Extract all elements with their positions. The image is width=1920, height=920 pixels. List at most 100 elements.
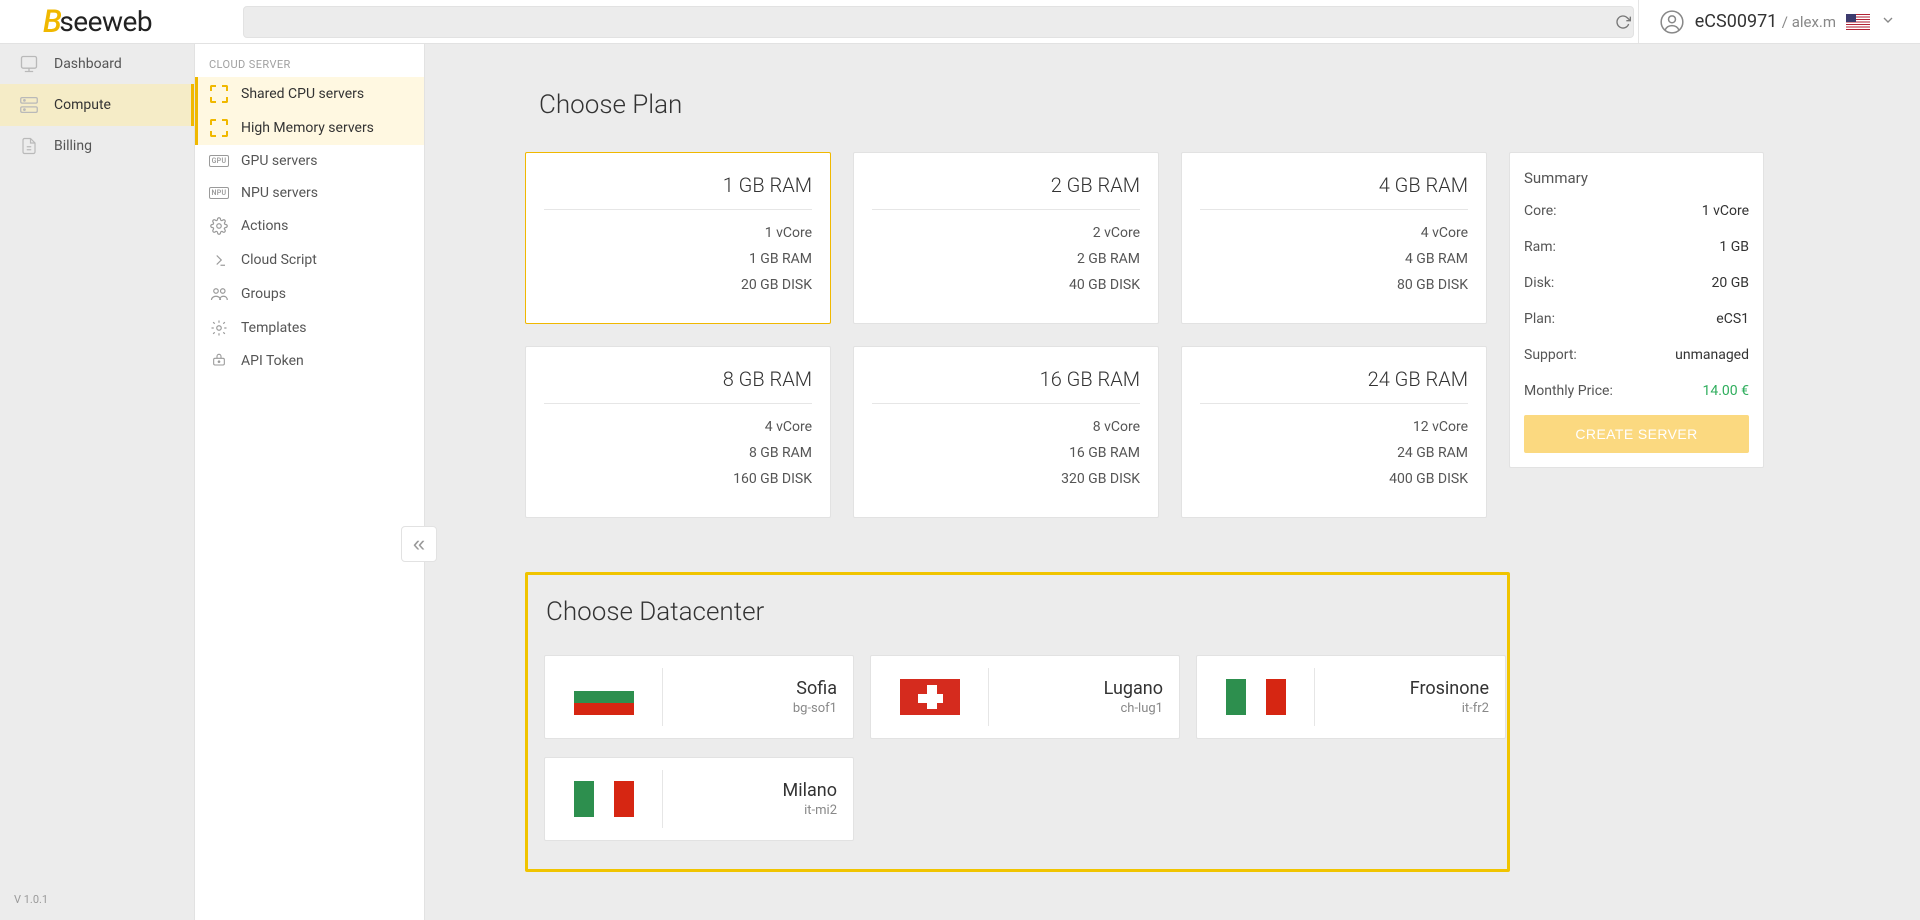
plan-core: 1 vCore (544, 220, 812, 246)
summary-row: Ram:1 GB (1524, 229, 1749, 265)
summary-row: Plan:eCS1 (1524, 301, 1749, 337)
plan-ram: 16 GB RAM (872, 440, 1140, 466)
sidebar-collapse-toggle[interactable]: « (401, 526, 437, 562)
datacenter-name: Sofia (663, 678, 837, 699)
account-label: eCS00971 / alex.m (1695, 11, 1836, 32)
choose-plan-title: Choose Plan (539, 90, 1908, 120)
plan-heading: 16 GB RAM (872, 357, 1140, 404)
secondary-sidebar: CLOUD SERVER Shared CPU serversHigh Memo… (195, 44, 425, 920)
search-input[interactable] (243, 6, 1634, 38)
primary-sidebar: DashboardComputeBilling V 1.0.1 (0, 44, 195, 920)
plan-card[interactable]: 24 GB RAM12 vCore24 GB RAM400 GB DISK (1181, 346, 1487, 518)
plan-heading: 4 GB RAM (1200, 163, 1468, 210)
summary-card: Summary Core:1 vCoreRam:1 GBDisk:20 GBPl… (1509, 152, 1764, 468)
npu-icon: NPU (209, 187, 229, 199)
datacenter-card[interactable]: Lugano ch-lug1 (870, 655, 1180, 739)
plan-disk: 40 GB DISK (872, 272, 1140, 298)
plan-heading: 24 GB RAM (1200, 357, 1468, 404)
plan-heading: 2 GB RAM (872, 163, 1140, 210)
flag-it-icon (574, 781, 634, 817)
plan-card[interactable]: 1 GB RAM1 vCore1 GB RAM20 GB DISK (525, 152, 831, 324)
datacenter-code: bg-sof1 (663, 701, 837, 716)
summary-title: Summary (1524, 169, 1749, 193)
datacenter-grid: Sofia bg-sof1 Lugano ch-lug1 Frosinone it-fr2… (544, 655, 1491, 841)
plan-ram: 1 GB RAM (544, 246, 812, 272)
datacenter-name: Lugano (989, 678, 1163, 699)
templates-icon (209, 319, 229, 337)
global-search (243, 6, 1634, 38)
secondary-nav-item[interactable]: Groups (195, 277, 424, 311)
plan-card[interactable]: 2 GB RAM2 vCore2 GB RAM40 GB DISK (853, 152, 1159, 324)
datacenter-name: Frosinone (1315, 678, 1489, 699)
flag-it-icon (1226, 679, 1286, 715)
plan-disk: 400 GB DISK (1200, 466, 1468, 492)
flag-ch-icon (900, 679, 960, 715)
version-label: V 1.0.1 (0, 879, 194, 920)
api-token-icon (209, 353, 229, 369)
create-server-button[interactable]: CREATE SERVER (1524, 415, 1749, 453)
datacenter-card[interactable]: Sofia bg-sof1 (544, 655, 854, 739)
cpu-icon (209, 85, 229, 103)
datacenter-code: it-mi2 (663, 803, 837, 818)
account-menu[interactable]: eCS00971 / alex.m (1638, 0, 1920, 43)
secondary-nav-item[interactable]: NPUNPU servers (195, 177, 424, 209)
script-icon (209, 251, 229, 269)
datacenter-code: it-fr2 (1315, 701, 1489, 716)
summary-row: Disk:20 GB (1524, 265, 1749, 301)
datacenter-card[interactable]: Frosinone it-fr2 (1196, 655, 1506, 739)
primary-nav-dashboard[interactable]: Dashboard (0, 44, 194, 84)
plan-heading: 8 GB RAM (544, 357, 812, 404)
main-content: Choose Plan 1 GB RAM1 vCore1 GB RAM20 GB… (425, 44, 1920, 920)
choose-datacenter-title: Choose Datacenter (546, 597, 1491, 627)
gear-icon (209, 217, 229, 235)
plan-grid: 1 GB RAM1 vCore1 GB RAM20 GB DISK2 GB RA… (525, 152, 1487, 518)
user-icon (1659, 9, 1685, 35)
secondary-sidebar-header: CLOUD SERVER (195, 52, 424, 77)
plan-disk: 80 GB DISK (1200, 272, 1468, 298)
summary-row: Core:1 vCore (1524, 193, 1749, 229)
locale-flag-icon[interactable] (1846, 14, 1870, 30)
dashboard-icon (18, 54, 40, 74)
secondary-nav-item[interactable]: Cloud Script (195, 243, 424, 277)
datacenter-card[interactable]: Milano it-mi2 (544, 757, 854, 841)
brand-logo[interactable]: Bseeweb (0, 3, 195, 40)
plan-card[interactable]: 4 GB RAM4 vCore4 GB RAM80 GB DISK (1181, 152, 1487, 324)
plan-core: 2 vCore (872, 220, 1140, 246)
plan-core: 8 vCore (872, 414, 1140, 440)
datacenter-name: Milano (663, 780, 837, 801)
secondary-nav-item[interactable]: Actions (195, 209, 424, 243)
datacenter-code: ch-lug1 (989, 701, 1163, 716)
summary-row: Support:unmanaged (1524, 337, 1749, 373)
flag-bg-icon (574, 679, 634, 715)
plan-heading: 1 GB RAM (544, 163, 812, 210)
choose-datacenter-section: Choose Datacenter Sofia bg-sof1 Lugano ch-l… (525, 572, 1510, 872)
cpu-icon (209, 119, 229, 137)
primary-nav-billing[interactable]: Billing (0, 126, 194, 166)
secondary-nav-item[interactable]: GPUGPU servers (195, 145, 424, 177)
secondary-nav-item[interactable]: Shared CPU servers (195, 77, 424, 111)
plan-ram: 24 GB RAM (1200, 440, 1468, 466)
refresh-icon[interactable] (1608, 7, 1638, 37)
plan-ram: 4 GB RAM (1200, 246, 1468, 272)
plan-core: 12 vCore (1200, 414, 1468, 440)
plan-card[interactable]: 8 GB RAM4 vCore8 GB RAM160 GB DISK (525, 346, 831, 518)
secondary-nav-item[interactable]: API Token (195, 345, 424, 377)
primary-nav-compute[interactable]: Compute (0, 84, 194, 126)
summary-price-row: Monthly Price: 14.00 € (1524, 373, 1749, 409)
plan-card[interactable]: 16 GB RAM8 vCore16 GB RAM320 GB DISK (853, 346, 1159, 518)
plan-core: 4 vCore (1200, 220, 1468, 246)
plan-disk: 20 GB DISK (544, 272, 812, 298)
chevron-down-icon (1880, 12, 1896, 32)
billing-icon (18, 136, 40, 156)
secondary-nav-item[interactable]: High Memory servers (195, 111, 424, 145)
plan-disk: 160 GB DISK (544, 466, 812, 492)
compute-icon (18, 94, 40, 116)
chevrons-left-icon: « (413, 531, 425, 557)
gpu-icon: GPU (209, 155, 229, 167)
secondary-nav-item[interactable]: Templates (195, 311, 424, 345)
plan-core: 4 vCore (544, 414, 812, 440)
plan-disk: 320 GB DISK (872, 466, 1140, 492)
groups-icon (209, 285, 229, 303)
plan-ram: 8 GB RAM (544, 440, 812, 466)
plan-ram: 2 GB RAM (872, 246, 1140, 272)
